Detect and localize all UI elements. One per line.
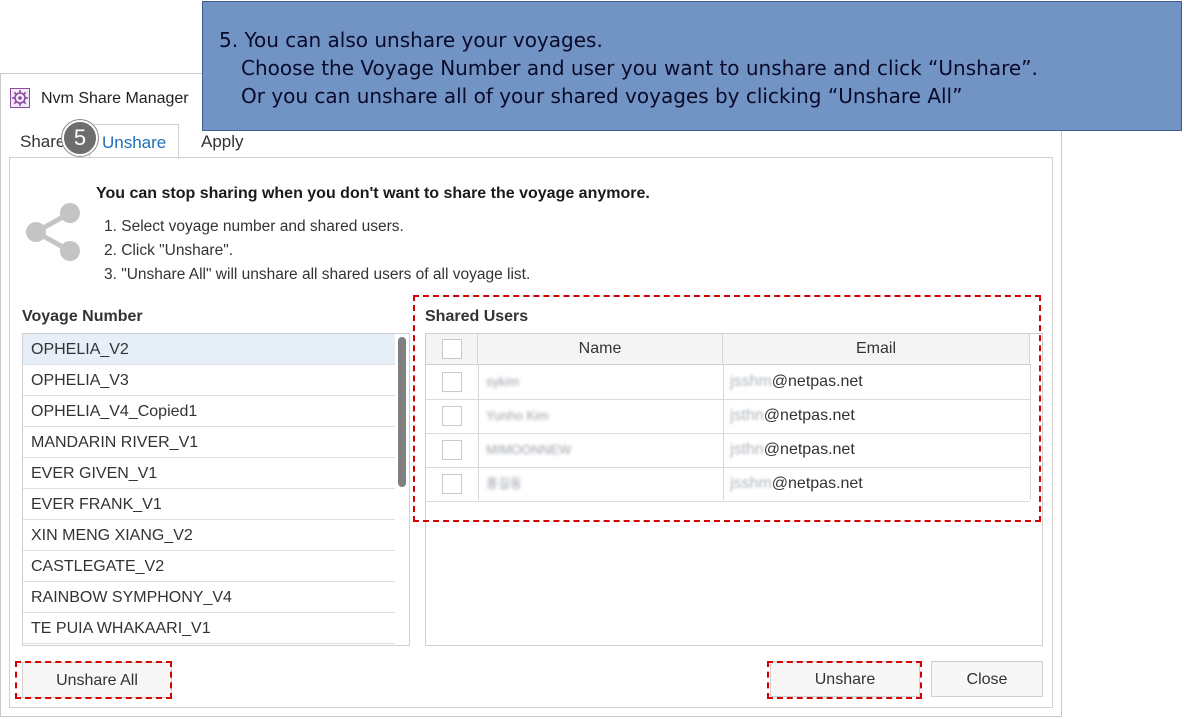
- voyage-list-item[interactable]: RAINBOW SYMPHONY_V4: [23, 582, 395, 613]
- select-all-checkbox[interactable]: [442, 339, 462, 359]
- user-name-cell: MIMOONNEW: [486, 442, 572, 457]
- user-email-cell: jsshm@netpas.net: [730, 467, 863, 501]
- callout-line-2: Choose the Voyage Number and user you wa…: [241, 56, 1038, 80]
- user-name-cell: 홍길동: [486, 476, 522, 491]
- voyage-list-item[interactable]: CASTLEGATE_V2: [23, 551, 395, 582]
- window-title: Nvm Share Manager: [41, 90, 189, 107]
- user-name-cell: sykim: [486, 374, 520, 389]
- column-header-email[interactable]: Email: [723, 334, 1030, 364]
- email-domain: @netpas.net: [771, 373, 863, 390]
- unshare-button[interactable]: Unshare: [770, 661, 920, 697]
- voyage-list-item[interactable]: EVER GIVEN_V1: [23, 458, 395, 489]
- instruction-step-2: 2. Click "Unshare".: [104, 242, 234, 259]
- column-divider: [1030, 364, 1031, 500]
- email-local-part: jsshm: [730, 373, 772, 390]
- voyage-list-item[interactable]: OPHELIA_V3: [23, 365, 395, 396]
- column-divider: [723, 364, 724, 500]
- voyage-list-scrollbar[interactable]: [398, 337, 406, 487]
- instruction-step-1: 1. Select voyage number and shared users…: [104, 218, 404, 235]
- intro-headline: You can stop sharing when you don't want…: [96, 185, 650, 202]
- row-checkbox[interactable]: [442, 440, 462, 460]
- voyage-list-item[interactable]: OPHELIA_V4_Copied1: [23, 396, 395, 427]
- row-checkbox[interactable]: [442, 474, 462, 494]
- shared-users-label: Shared Users: [425, 308, 529, 325]
- callout-line-3: Or you can unshare all of your shared vo…: [241, 84, 963, 108]
- voyage-list-item[interactable]: MANDARIN RIVER_V1: [23, 427, 395, 458]
- header-select-cell: [426, 334, 478, 364]
- user-email-cell: jsthn@netpas.net: [730, 399, 855, 433]
- email-domain: @netpas.net: [771, 475, 863, 492]
- voyage-list-item[interactable]: EVER FRANK_V1: [23, 489, 395, 520]
- email-local-part: jsthn: [730, 441, 764, 458]
- row-checkbox[interactable]: [442, 372, 462, 392]
- user-name-cell: Yunho Kim: [486, 408, 549, 423]
- unshare-all-button[interactable]: Unshare All: [22, 662, 172, 698]
- shared-users-grid: Name Email sykim jsshm@netpas.net Yunho …: [425, 333, 1043, 646]
- column-divider: [478, 364, 479, 500]
- step-number-badge: 5: [62, 120, 98, 156]
- email-domain: @netpas.net: [763, 441, 855, 458]
- column-header-name[interactable]: Name: [478, 334, 723, 364]
- email-domain: @netpas.net: [763, 407, 855, 424]
- instruction-step-3: 3. "Unshare All" will unshare all shared…: [104, 266, 531, 283]
- callout-line-1: 5. You can also unshare your voyages.: [219, 28, 603, 52]
- close-button[interactable]: Close: [931, 661, 1043, 697]
- tab-share[interactable]: Share: [20, 124, 65, 157]
- voyage-list-item[interactable]: XIN MENG XIANG_V2: [23, 520, 395, 551]
- email-local-part: jsshm: [730, 475, 772, 492]
- row-checkbox[interactable]: [442, 406, 462, 426]
- tab-unshare[interactable]: Unshare: [89, 124, 180, 159]
- share-icon: [26, 203, 80, 261]
- voyage-number-label: Voyage Number: [22, 308, 143, 325]
- table-row[interactable]: 홍길동 jsshm@netpas.net: [426, 467, 1030, 502]
- user-email-cell: jsthn@netpas.net: [730, 433, 855, 467]
- table-row[interactable]: Yunho Kim jsthn@netpas.net: [426, 399, 1030, 434]
- instruction-callout: 5. You can also unshare your voyages. Ch…: [202, 1, 1182, 131]
- grid-header-row: Name Email: [426, 334, 1030, 365]
- voyage-list[interactable]: OPHELIA_V2 OPHELIA_V3 OPHELIA_V4_Copied1…: [22, 333, 410, 646]
- voyage-list-item[interactable]: TE PUIA WHAKAARI_V1: [23, 613, 395, 644]
- table-row[interactable]: MIMOONNEW jsthn@netpas.net: [426, 433, 1030, 468]
- table-row[interactable]: sykim jsshm@netpas.net: [426, 365, 1030, 400]
- email-local-part: jsthn: [730, 407, 764, 424]
- voyage-list-item[interactable]: OPHELIA_V2: [23, 334, 395, 365]
- app-gear-icon: [10, 88, 30, 108]
- user-email-cell: jsshm@netpas.net: [730, 365, 863, 399]
